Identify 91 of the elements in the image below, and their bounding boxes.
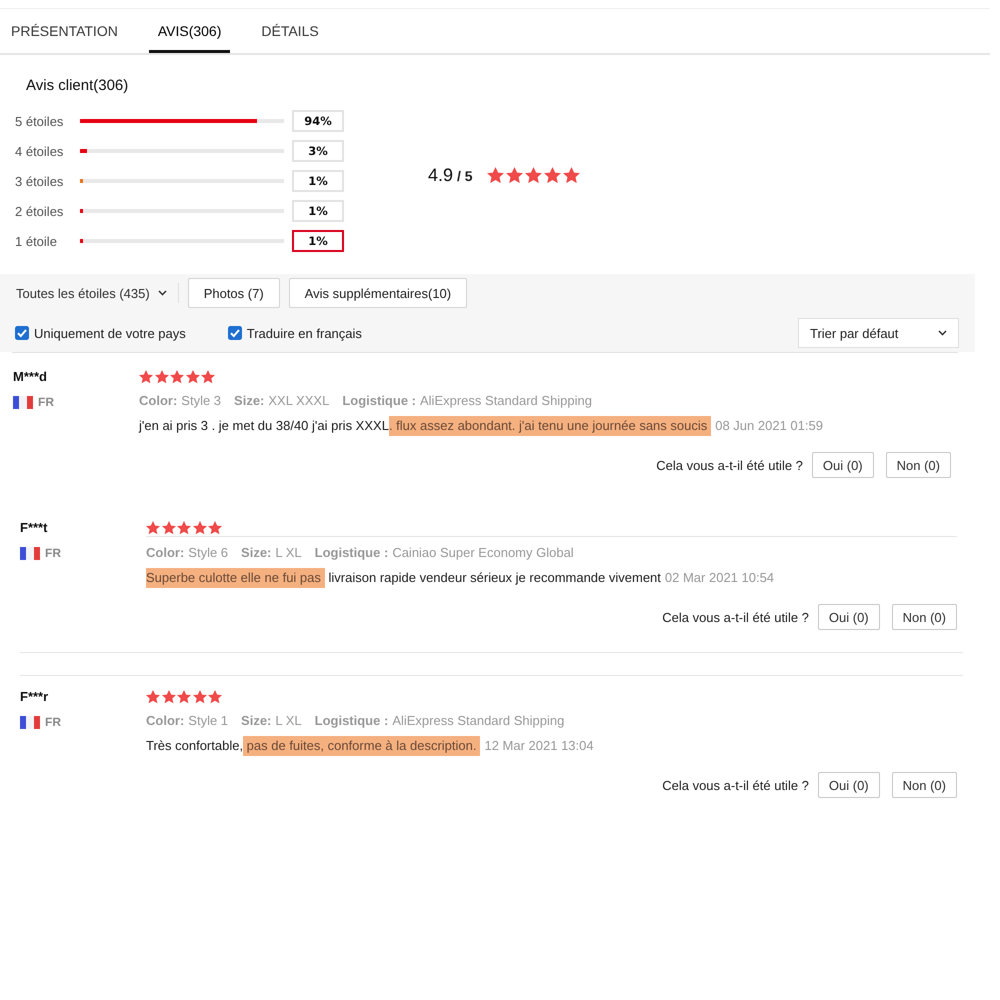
review-date: 12 Mar 2021 13:04 <box>484 738 594 754</box>
star-icon <box>201 370 216 384</box>
checkbox[interactable] <box>228 326 242 340</box>
tab[interactable]: AVIS(306) <box>148 9 230 53</box>
attribute-value: L XL <box>275 713 302 728</box>
helpful-question: Cela vous a-t-il été utile ? <box>662 610 809 624</box>
star-icon <box>154 370 169 384</box>
rating-label: 1 étoile <box>15 234 58 248</box>
star-icon <box>486 166 504 184</box>
highlighted-text: pas de fuites, conforme à la description. <box>243 736 480 756</box>
checkbox[interactable] <box>15 326 29 340</box>
star-icon <box>192 690 207 704</box>
attribute-value: Style 6 <box>188 545 228 560</box>
review-date: 08 Jun 2021 01:59 <box>715 418 823 434</box>
attribute-value: Style 1 <box>188 713 228 728</box>
tab[interactable]: PRÉSENTATION <box>2 9 127 53</box>
percentage-value: 94% <box>292 110 344 132</box>
review-text: Très confortable, <box>146 738 244 754</box>
attribute-label: Color: <box>139 393 178 408</box>
reviewer-name: F***r <box>20 689 48 705</box>
rating-label: 5 étoiles <box>15 114 64 128</box>
vote-button[interactable]: Non (0) <box>892 772 957 798</box>
flag-icon <box>13 396 33 408</box>
attribute-label: Logistique : <box>314 545 388 560</box>
star-icon <box>506 166 523 184</box>
highlighted-text: . flux assez abondant. j'ai tenu une journée sans soucis <box>388 416 712 436</box>
chevron-down-icon <box>158 290 167 296</box>
attribute-value: Style 3 <box>181 393 222 408</box>
attribute-label: Size: <box>234 393 264 408</box>
review-text: j'en ai pris 3 . je met du 38/40 j'ai pris XXXL <box>139 418 389 434</box>
filter-button[interactable]: Photos (7) <box>188 278 280 308</box>
review-date: 02 Mar 2021 10:54 <box>664 570 774 586</box>
chevron-down-icon <box>938 330 947 336</box>
star-icon <box>544 166 561 184</box>
star-icon <box>139 370 153 384</box>
vote-button[interactable]: Oui (0) <box>818 772 880 798</box>
attribute-value: Cainiao Super Economy Global <box>392 545 574 560</box>
filter-button[interactable]: Avis supplémentaires(10) <box>288 278 468 308</box>
attribute-label: Color: <box>146 713 184 728</box>
helpful-question: Cela vous a-t-il été utile ? <box>656 458 803 472</box>
vote-button[interactable]: Non (0) <box>886 452 951 478</box>
vote-button[interactable]: Oui (0) <box>818 604 880 630</box>
review-text: livraison rapide vendeur sérieux je recommande vivement <box>328 570 661 586</box>
attribute-value: L XL <box>275 545 302 560</box>
star-icon <box>186 370 200 384</box>
attribute-value: AliExpress Standard Shipping <box>420 393 592 408</box>
vote-button[interactable]: Non (0) <box>892 604 957 630</box>
rating-scale: / 5 <box>457 168 473 184</box>
star-icon <box>562 166 580 184</box>
star-icon <box>208 690 222 704</box>
helpful-question: Cela vous a-t-il été utile ? <box>662 778 809 792</box>
flag-icon <box>20 716 40 728</box>
sort-dropdown[interactable]: Trier par défaut <box>798 318 959 348</box>
checkbox-label[interactable]: Traduire en français <box>246 326 362 340</box>
attribute-label: Size: <box>241 713 272 728</box>
attribute-value: AliExpress Standard Shipping <box>392 713 564 728</box>
star-filter-dropdown[interactable]: Toutes les étoiles (435) <box>0 283 179 303</box>
percentage-value: 1% <box>292 170 344 192</box>
rating-label: 4 étoiles <box>15 144 64 158</box>
star-icon <box>146 521 160 535</box>
star-icon <box>170 370 184 384</box>
flag-icon <box>20 546 40 560</box>
country-code: FR <box>38 395 54 409</box>
attribute-label: Size: <box>241 545 272 560</box>
section-title: Avis client(306) <box>26 76 128 96</box>
country-code: FR <box>45 546 61 560</box>
star-icon <box>208 521 222 535</box>
star-icon <box>177 521 192 535</box>
average-rating: 4.9 <box>428 164 454 186</box>
checkbox-label[interactable]: Uniquement de votre pays <box>34 326 186 340</box>
star-icon <box>162 690 176 704</box>
country-code: FR <box>45 715 61 729</box>
attribute-label: Color: <box>146 545 184 560</box>
star-icon <box>177 690 192 704</box>
percentage-value: 1% <box>292 200 344 222</box>
percentage-value: 3% <box>292 140 344 162</box>
attribute-label: Logistique : <box>314 713 388 728</box>
rating-label: 2 étoiles <box>15 204 64 218</box>
attribute-label: Logistique : <box>342 393 416 408</box>
attribute-value: XXL XXXL <box>268 393 330 408</box>
tab[interactable]: DÉTAILS <box>252 9 328 53</box>
star-icon <box>524 166 542 184</box>
star-icon <box>162 521 176 535</box>
reviewer-name: F***t <box>20 520 48 536</box>
highlighted-text: Superbe culotte elle ne fui pas <box>146 568 325 588</box>
star-icon <box>146 690 160 704</box>
percentage-value: 1% <box>292 230 344 252</box>
rating-label: 3 étoiles <box>15 174 64 188</box>
star-icon <box>192 521 207 535</box>
vote-button[interactable]: Oui (0) <box>812 452 874 478</box>
reviewer-name: M***d <box>13 369 47 385</box>
